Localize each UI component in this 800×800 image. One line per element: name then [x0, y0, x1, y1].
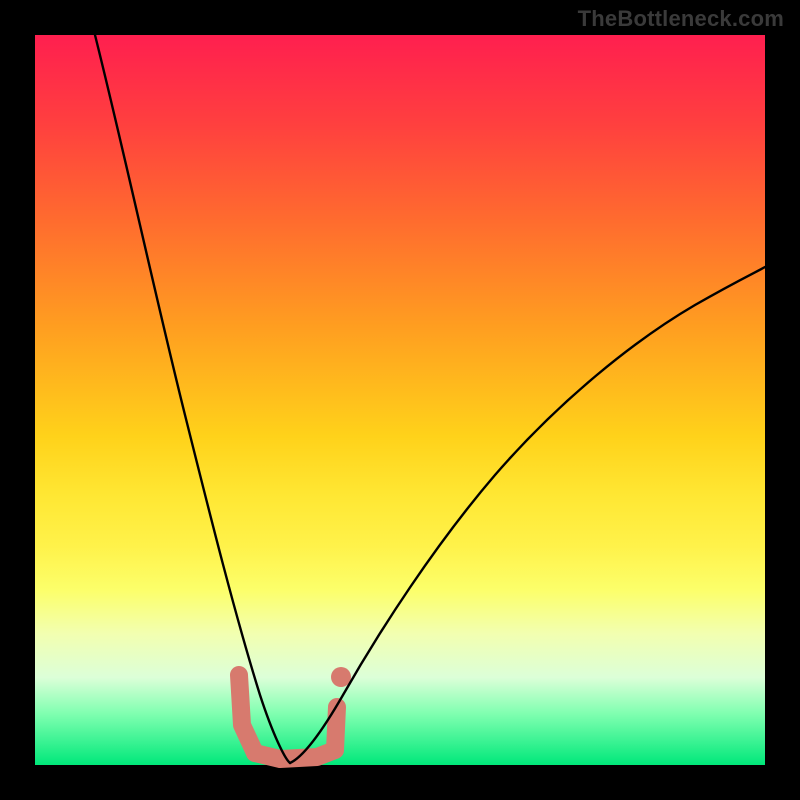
- marker-left-arm: [239, 675, 255, 753]
- marker-bottom: [255, 750, 335, 759]
- curve-right-branch: [290, 267, 765, 763]
- marker-right-arm: [335, 707, 337, 750]
- watermark-text: TheBottleneck.com: [578, 6, 784, 32]
- curve-left-branch: [95, 35, 290, 763]
- curve-layer: [35, 35, 765, 765]
- chart-frame: TheBottleneck.com: [0, 0, 800, 800]
- plot-area: [35, 35, 765, 765]
